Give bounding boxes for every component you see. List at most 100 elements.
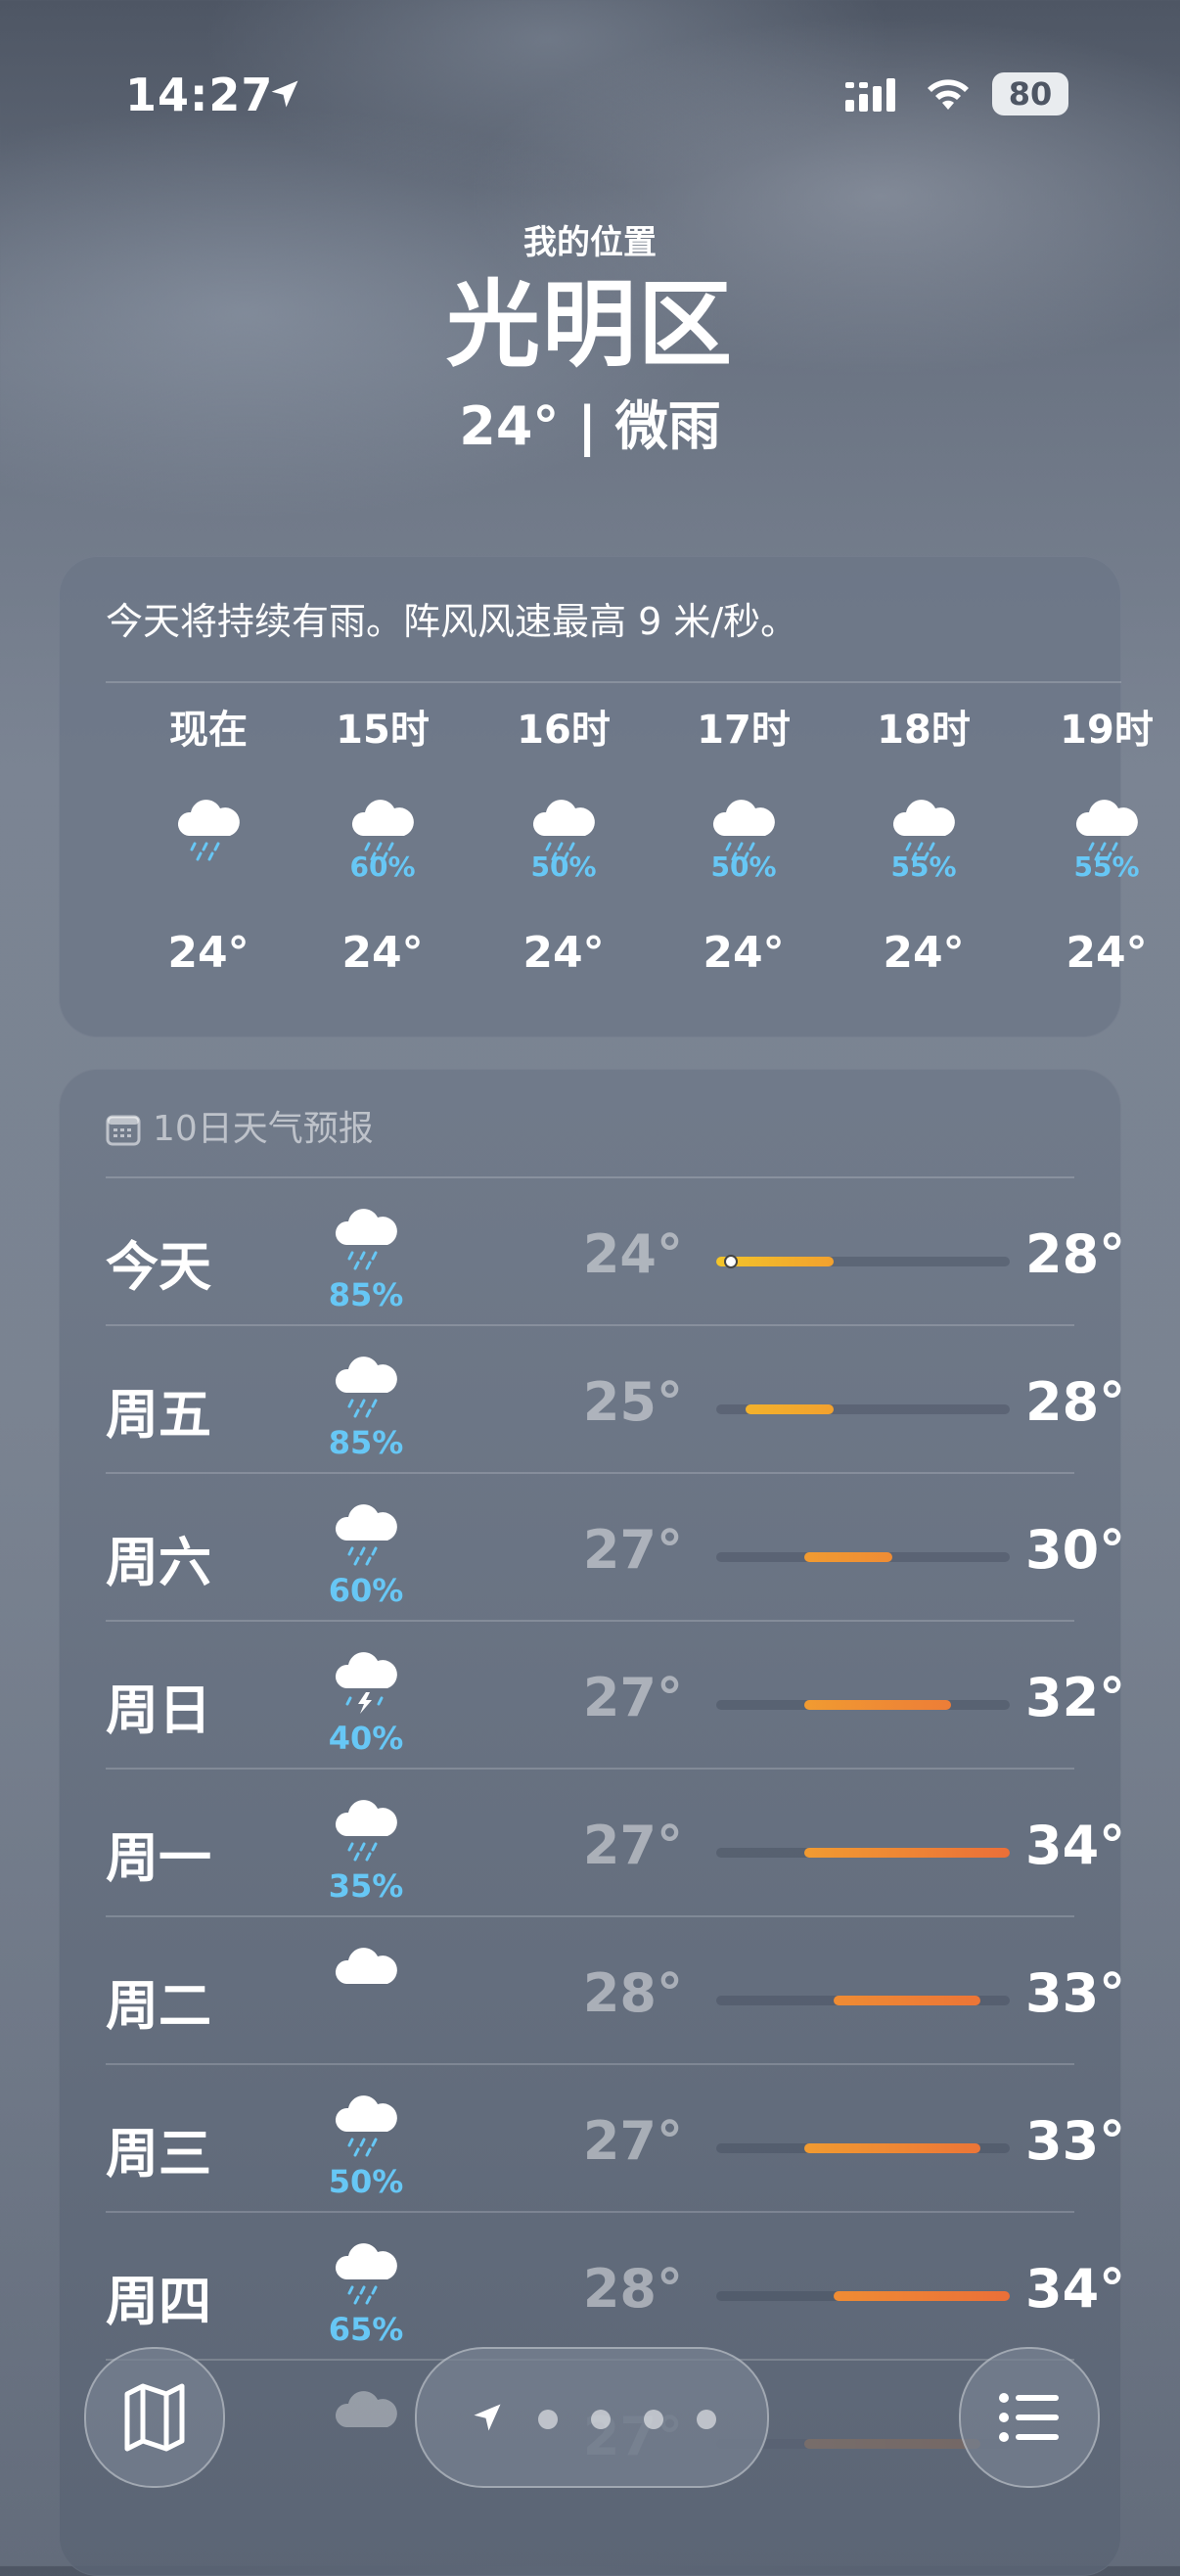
day-precipitation: 50% — [328, 2163, 404, 2200]
day-low-temp: 24° — [582, 1223, 683, 1285]
hour-precipitation: 50% — [710, 851, 777, 883]
temp-range-fill — [804, 1552, 892, 1562]
page-dot[interactable] — [538, 2410, 558, 2429]
hour-precipitation: 55% — [890, 851, 957, 883]
day-high-temp: 30° — [1025, 1519, 1126, 1581]
location-label: 我的位置 — [523, 223, 657, 262]
day-precipitation: 85% — [328, 1424, 404, 1461]
calendar-icon — [106, 1115, 141, 1146]
day-low-temp: 27° — [582, 1815, 683, 1876]
hour-item: 现在 24° — [135, 703, 282, 978]
current-location-icon — [474, 2404, 501, 2431]
cloud-icon — [327, 2384, 405, 2453]
location-header: 我的位置 光明区 24° | 微雨 — [0, 215, 1180, 460]
day-row[interactable]: 周六 60% 27° 30° — [106, 1474, 1125, 1621]
cloud-thunder-icon — [327, 1645, 405, 1714]
day-name: 周六 — [106, 1532, 211, 1593]
page-dot[interactable] — [697, 2410, 716, 2429]
page-dot[interactable] — [644, 2410, 663, 2429]
hour-time: 现在 — [169, 708, 248, 753]
day-low-temp: 27° — [582, 2110, 683, 2172]
day-low-temp: 25° — [582, 1371, 683, 1433]
day-row[interactable]: 今天 85% 24° 28° — [106, 1178, 1125, 1325]
day-high-temp: 32° — [1025, 1667, 1126, 1728]
map-button[interactable] — [84, 2347, 225, 2488]
hour-item: 17时 50% 24° — [670, 703, 817, 978]
temp-range-bar — [716, 1404, 1010, 1414]
cloud-drizzle-icon — [169, 793, 248, 861]
day-high-temp: 34° — [1025, 2258, 1126, 2320]
day-name: 今天 — [106, 1236, 211, 1298]
temp-range-bar — [716, 1700, 1010, 1710]
location-arrow-icon — [271, 80, 298, 108]
hour-time: 18时 — [877, 708, 971, 753]
hour-time: 15时 — [336, 708, 430, 753]
ten-day-title: 10日天气预报 — [153, 1109, 374, 1149]
temp-range-bar — [716, 1996, 1010, 2005]
day-name: 周五 — [106, 1384, 211, 1446]
cellular-signal-icon — [845, 78, 895, 112]
hour-time: 19时 — [1060, 708, 1154, 753]
day-high-temp: 33° — [1025, 2110, 1126, 2172]
hour-temperature: 24° — [703, 928, 785, 978]
temp-range-fill — [804, 2143, 980, 2153]
day-row[interactable]: 周二 28° 33° — [106, 1917, 1125, 2064]
list-icon — [999, 2393, 1059, 2442]
hour-temperature: 24° — [1066, 928, 1148, 978]
day-low-temp: 27° — [582, 1519, 683, 1581]
hour-temperature: 24° — [883, 928, 965, 978]
day-row[interactable]: 周三 50% 27° 33° — [106, 2065, 1125, 2212]
temp-range-fill — [804, 1848, 1010, 1858]
day-low-temp: 28° — [582, 1962, 683, 2024]
cloud-rain-icon — [327, 2089, 405, 2157]
cloud-rain-icon — [327, 1497, 405, 1566]
hourly-list[interactable]: 现在 24° 15时 60% 24° 16时 50% 24° 17时 50% 24° 18时 55% 24… — [59, 703, 1153, 1026]
hour-precipitation: 60% — [349, 851, 416, 883]
battery-indicator: 80 — [992, 72, 1068, 115]
page-dot[interactable] — [591, 2410, 611, 2429]
temp-range-fill — [804, 1700, 951, 1710]
condition-description: 今天将持续有雨。阵风风速最高 9 米/秒。 — [106, 600, 798, 643]
day-name: 周三 — [106, 2123, 211, 2185]
day-high-temp: 28° — [1025, 1223, 1126, 1285]
hour-item: 15时 60% 24° — [309, 703, 456, 978]
temp-range-fill — [834, 2291, 1010, 2301]
hour-item: 18时 55% 24° — [850, 703, 997, 978]
day-precipitation: 35% — [328, 1867, 404, 1905]
day-high-temp: 28° — [1025, 1371, 1126, 1433]
page-indicator[interactable] — [415, 2347, 769, 2488]
hour-time: 17时 — [697, 708, 791, 753]
ten-day-header: 10日天气预报 — [106, 1100, 374, 1151]
day-name: 周日 — [106, 1679, 211, 1741]
hour-time: 16时 — [517, 708, 611, 753]
city-list-button[interactable] — [959, 2347, 1100, 2488]
day-low-temp: 27° — [582, 1667, 683, 1728]
hour-precipitation: 55% — [1073, 851, 1140, 883]
hour-temperature: 24° — [167, 928, 250, 978]
day-precipitation: 65% — [328, 2311, 404, 2348]
day-name: 周四 — [106, 2271, 211, 2332]
hourly-forecast-card[interactable]: 今天将持续有雨。阵风风速最高 9 米/秒。 现在 24° 15时 60% 24° 16时 5… — [59, 556, 1154, 1037]
cloud-icon — [327, 1941, 405, 2009]
status-bar: 14:27 80 — [0, 69, 1180, 127]
map-icon — [124, 2383, 185, 2452]
temp-range-bar — [716, 2291, 1010, 2301]
day-row[interactable]: 周四 65% 28° 34° — [106, 2213, 1125, 2360]
day-precipitation: 40% — [328, 1720, 404, 1757]
day-low-temp: 28° — [582, 2258, 683, 2320]
temp-range-fill — [746, 1404, 834, 1414]
hour-temperature: 24° — [522, 928, 605, 978]
wifi-icon — [928, 79, 969, 110]
status-time: 14:27 — [125, 69, 274, 121]
day-row[interactable]: 周五 85% 25° 28° — [106, 1326, 1125, 1473]
day-row[interactable]: 周日 40% 27° 32° — [106, 1622, 1125, 1769]
hour-item: 16时 50% 24° — [490, 703, 637, 978]
hour-precipitation: 50% — [530, 851, 597, 883]
hour-temperature: 24° — [341, 928, 424, 978]
divider — [106, 681, 1121, 683]
temp-range-bar — [716, 1848, 1010, 1858]
cloud-rain-icon — [327, 2236, 405, 2305]
cloud-rain-icon — [327, 1202, 405, 1270]
day-row[interactable]: 周一 35% 27° 34° — [106, 1770, 1125, 1916]
day-high-temp: 33° — [1025, 1962, 1126, 2024]
